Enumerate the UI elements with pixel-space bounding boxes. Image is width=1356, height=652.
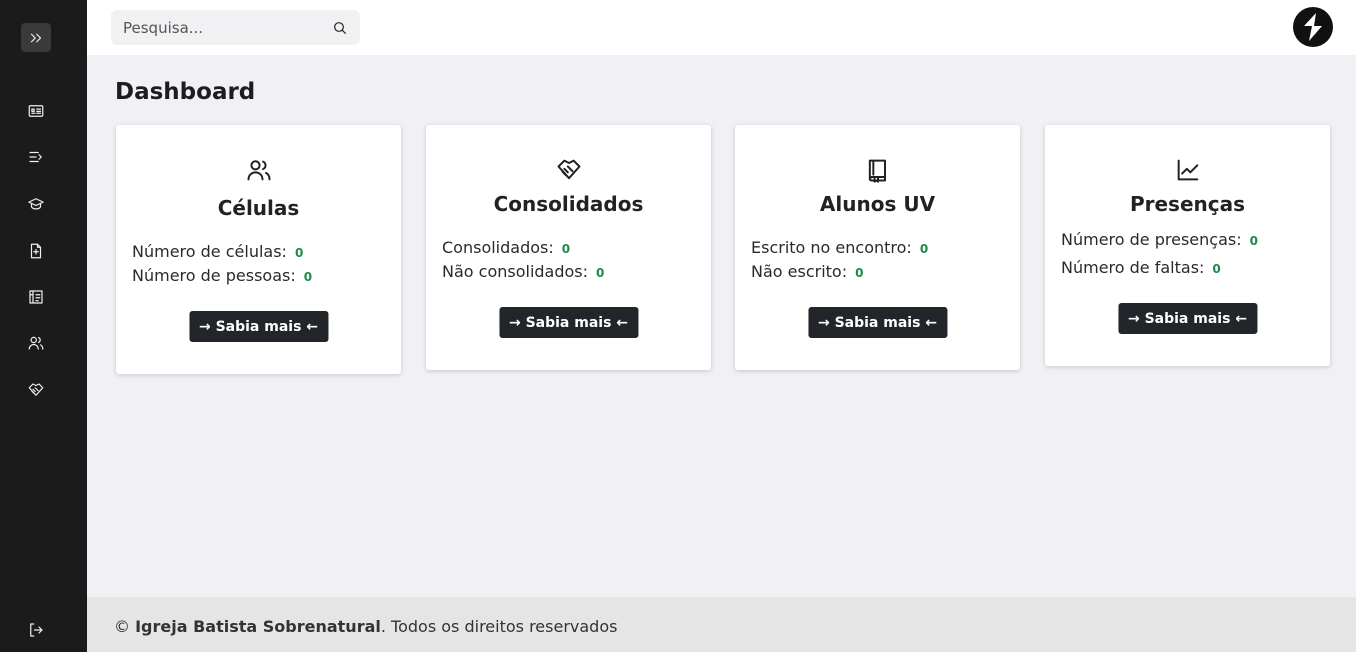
handshake-icon [28,383,44,396]
book-icon [868,159,886,183]
stat-row: Consolidados: 0 [442,238,570,257]
card-title: Alunos UV [819,192,936,216]
card-alunos-uv: Alunos UV Escrito no encontro: 0 Não escr… [735,125,1020,370]
brand-logo[interactable] [1293,7,1333,47]
learn-more-button[interactable]: → Sabia mais ← [1117,303,1258,334]
stat-value: 0 [561,242,571,256]
learn-more-button[interactable]: → Sabia mais ← [807,307,948,338]
card-celulas: Células Número de células: 0 Número de pe… [116,125,401,374]
rights-text: . Todos os direitos reservados [380,617,618,636]
logout-button[interactable] [22,616,50,644]
sidebar [0,0,87,652]
card-icon-wrapper [426,156,711,184]
stat-value: 0 [1212,262,1221,276]
stat-label: Número de pessoas: [132,266,296,285]
top-header [87,0,1356,55]
card-title: Células [217,196,300,220]
stat-value: 0 [919,242,929,256]
graduation-cap-icon [28,198,44,210]
card-presencas: Presenças Número de presenças: 0 Número d… [1045,125,1330,366]
stat-value: 0 [294,246,304,260]
sidebar-item-add-document[interactable] [22,237,50,265]
sidebar-toggle-button[interactable] [21,23,51,52]
line-chart-icon [1177,159,1198,181]
stat-row: Número de presenças: 0 [1061,230,1258,249]
stat-row: Escrito no encontro: 0 [751,238,928,257]
copyright-symbol: © [114,617,130,636]
stat-label: Número de faltas: [1061,258,1205,277]
stat-label: Escrito no encontro: [751,238,912,257]
id-card-icon [28,105,44,117]
sidebar-item-people[interactable] [22,329,50,357]
logo-s-icon [1304,13,1322,41]
stat-row: Não escrito: 0 [751,262,863,281]
card-icon-wrapper [116,156,401,184]
stat-row: Número de pessoas: 0 [132,266,312,285]
sidebar-item-reports[interactable] [22,283,50,311]
handshake-icon [557,159,580,180]
users-icon [247,160,270,181]
learn-more-button[interactable]: → Sabia mais ← [188,311,329,342]
card-title: Consolidados [493,192,644,216]
page-title: Dashboard [115,79,256,105]
card-icon-wrapper [1045,156,1330,184]
search-input[interactable] [111,18,321,37]
sidebar-item-id-card[interactable] [22,97,50,125]
file-plus-icon [30,243,42,259]
stat-label: Não escrito: [751,262,848,281]
stat-label: Número de células: [132,242,287,261]
learn-more-button[interactable]: → Sabia mais ← [498,307,639,338]
stat-row: Número de células: 0 [132,242,303,261]
stat-label: Não consolidados: [442,262,589,281]
list-indent-icon [29,151,42,163]
stat-label: Número de presenças: [1061,230,1242,249]
footer-copyright: © Igreja Batista Sobrenatural. Todos os … [114,617,617,636]
search-box [111,10,360,45]
stat-value: 0 [855,266,864,280]
stat-row: Número de faltas: 0 [1061,258,1221,277]
logout-icon [30,623,43,637]
card-consolidados: Consolidados Consolidados: 0 Não consolid… [426,125,711,370]
card-title: Presenças [1129,192,1246,216]
stat-label: Consolidados: [442,238,554,257]
stat-row: Não consolidados: 0 [442,262,604,281]
search-icon [333,21,346,34]
search-button[interactable] [331,19,348,36]
double-chevron-right-icon [30,33,42,42]
sidebar-item-students[interactable] [22,190,50,218]
sidebar-item-list[interactable] [22,143,50,171]
card-icon-wrapper [735,156,1020,184]
users-icon [28,336,44,350]
stat-value: 0 [596,266,605,280]
footer: © Igreja Batista Sobrenatural. Todos os … [87,597,1356,652]
sidebar-item-consolidated[interactable] [22,376,50,404]
stat-value: 0 [1249,234,1258,248]
report-icon [29,290,43,304]
organization-name: Igreja Batista Sobrenatural [135,617,381,636]
stat-value: 0 [303,270,313,284]
